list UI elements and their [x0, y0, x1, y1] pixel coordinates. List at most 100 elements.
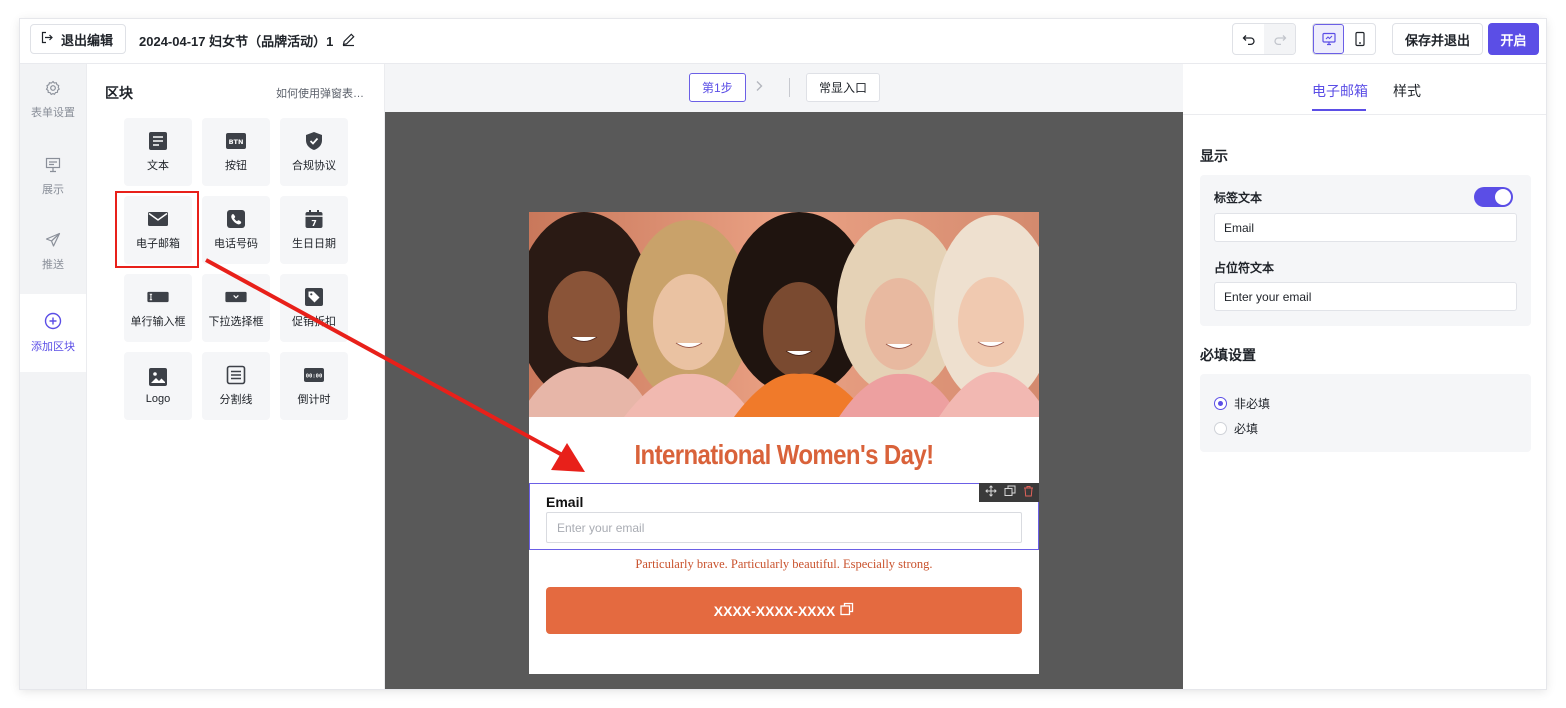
display-settings-card: 标签文本 Email 占位符文本 Enter your email — [1200, 175, 1531, 326]
label-text-title: 标签文本 — [1214, 191, 1263, 205]
floating-entry-tab[interactable]: 常显入口 — [806, 73, 881, 102]
block-tile-text[interactable]: 文本 — [124, 118, 192, 186]
edit-pencil-icon[interactable] — [341, 32, 356, 50]
enable-button[interactable]: 开启 — [1488, 23, 1539, 55]
radio-optional[interactable]: 非必填 — [1214, 395, 1270, 412]
tab-email[interactable]: 电子邮箱 — [1312, 81, 1368, 101]
popup-headline[interactable]: International Women's Day! — [529, 440, 1039, 472]
svg-text:00:00: 00:00 — [306, 374, 323, 380]
button-icon: BTN — [225, 131, 247, 151]
block-tile-birthday[interactable]: 7 生日日期 — [280, 196, 348, 264]
annotation-highlight-box — [115, 191, 199, 268]
rail-item-push[interactable]: 推送 — [20, 216, 86, 288]
radio-label: 必填 — [1234, 422, 1259, 436]
rail-item-display[interactable]: 展示 — [20, 141, 86, 213]
undo-icon[interactable] — [1233, 24, 1264, 54]
block-tile-label: 电话号码 — [214, 238, 258, 250]
blocks-title: 区块 — [105, 85, 133, 101]
desktop-view-icon[interactable] — [1313, 24, 1344, 54]
move-icon[interactable] — [985, 484, 998, 502]
block-tile-dropdown[interactable]: 下拉选择框 — [202, 274, 270, 342]
copy-icon[interactable] — [840, 602, 854, 619]
block-tile-label: Logo — [145, 393, 171, 405]
chevron-right-icon — [755, 80, 763, 95]
placeholder-text-title: 占位符文本 — [1214, 261, 1275, 275]
presentation-icon — [45, 157, 61, 176]
exit-icon — [41, 31, 53, 47]
radio-required[interactable]: 必填 — [1214, 420, 1258, 437]
svg-text:7: 7 — [311, 219, 317, 228]
calendar-icon: 7 — [303, 209, 325, 229]
block-tile-label: 合规协议 — [292, 160, 336, 172]
block-tile-countdown[interactable]: 00:00 倒计时 — [280, 352, 348, 420]
label-text-toggle[interactable] — [1474, 187, 1513, 207]
mobile-view-icon[interactable] — [1344, 24, 1375, 54]
required-settings-card: 非必填 必填 — [1200, 374, 1531, 452]
image-icon — [147, 367, 169, 387]
rail-item-form-settings[interactable]: 表单设置 — [20, 64, 86, 136]
exit-edit-label: 退出编辑 — [61, 32, 114, 48]
block-tile-logo[interactable]: Logo — [124, 352, 192, 420]
countdown-icon: 00:00 — [303, 365, 325, 385]
delete-icon[interactable] — [1023, 484, 1034, 502]
placeholder-text-input[interactable]: Enter your email — [1214, 282, 1517, 311]
document-title: 2024-04-17 妇女节（品牌活动）1 — [139, 31, 356, 50]
coupon-code-text: XXXX-XXXX-XXXX — [713, 602, 836, 619]
block-tile-label: 文本 — [147, 160, 169, 172]
rail-item-label: 添加区块 — [31, 341, 75, 353]
block-tile-compliance[interactable]: 合规协议 — [280, 118, 348, 186]
redo-icon[interactable] — [1264, 24, 1295, 54]
label-text-input[interactable]: Email — [1214, 213, 1517, 242]
block-tile-label: 单行输入框 — [130, 316, 186, 328]
save-and-exit-button[interactable]: 保存并退出 — [1392, 23, 1484, 55]
text-input-icon — [147, 287, 169, 307]
rail-item-label: 展示 — [42, 184, 64, 196]
email-block-selected[interactable]: Email Enter your email — [529, 483, 1039, 550]
canvas-header: 第1步 常显入口 — [385, 64, 1183, 112]
left-rail: 表单设置 展示 推送 添加区块 — [20, 64, 87, 689]
block-toolbar — [979, 483, 1039, 502]
step-1-tab[interactable]: 第1步 — [689, 73, 746, 102]
display-section-title: 显示 — [1200, 148, 1228, 164]
properties-panel: 显示 标签文本 Email 占位符文本 Enter your email 必填设… — [1183, 115, 1546, 689]
tab-style[interactable]: 样式 — [1393, 81, 1421, 101]
radio-button[interactable] — [1214, 422, 1227, 435]
popup-tagline: Particularly brave. Particularly beautif… — [635, 557, 933, 571]
radio-button-checked[interactable] — [1214, 397, 1227, 410]
tag-icon — [303, 287, 325, 307]
block-tile-promo-discount[interactable]: 促销折扣 — [280, 274, 348, 342]
phone-icon — [225, 209, 247, 229]
required-section-title: 必填设置 — [1200, 347, 1256, 363]
block-tile-label: 倒计时 — [297, 394, 331, 406]
block-tile-button[interactable]: BTN 按钮 — [202, 118, 270, 186]
block-tile-label: 按钮 — [225, 160, 247, 172]
plus-circle-icon — [44, 312, 62, 333]
rail-item-label: 表单设置 — [31, 107, 75, 119]
block-tile-phone[interactable]: 电话号码 — [202, 196, 270, 264]
email-field[interactable]: Enter your email — [546, 512, 1022, 543]
divider-icon — [225, 365, 247, 385]
help-link[interactable]: 如何使用弹窗表单?... — [276, 85, 368, 101]
top-bar: 退出编辑 2024-04-17 妇女节（品牌活动）1 保存并退出 开启 — [20, 19, 1546, 64]
gear-icon — [45, 80, 61, 99]
divider — [789, 78, 790, 97]
popup-form-preview: International Women's Day! Email Enter y… — [529, 212, 1039, 674]
block-tile-label: 生日日期 — [292, 238, 336, 250]
device-toggle — [1312, 23, 1376, 55]
preview-canvas: International Women's Day! Email Enter y… — [385, 112, 1183, 689]
coupon-code-button[interactable]: XXXX-XXXX-XXXX — [546, 587, 1022, 634]
rail-item-add-block[interactable]: 添加区块 — [20, 294, 86, 372]
block-tile-label: 分割线 — [219, 394, 253, 406]
hero-photo — [529, 212, 1039, 417]
exit-edit-button[interactable]: 退出编辑 — [30, 24, 127, 54]
block-tile-single-input[interactable]: 单行输入框 — [124, 274, 192, 342]
blocks-panel: 区块 如何使用弹窗表单?... 文本 BTN 按钮 合规协议 电子邮箱 电话号码… — [87, 64, 385, 689]
block-tile-divider[interactable]: 分割线 — [202, 352, 270, 420]
rail-item-label: 推送 — [42, 259, 64, 271]
radio-label: 非必填 — [1234, 397, 1271, 411]
duplicate-icon[interactable] — [1004, 484, 1016, 502]
email-field-label: Email — [546, 494, 584, 510]
document-title-text: 2024-04-17 妇女节（品牌活动）1 — [139, 34, 334, 49]
shield-check-icon — [303, 131, 325, 151]
active-tab-indicator — [1312, 109, 1366, 111]
